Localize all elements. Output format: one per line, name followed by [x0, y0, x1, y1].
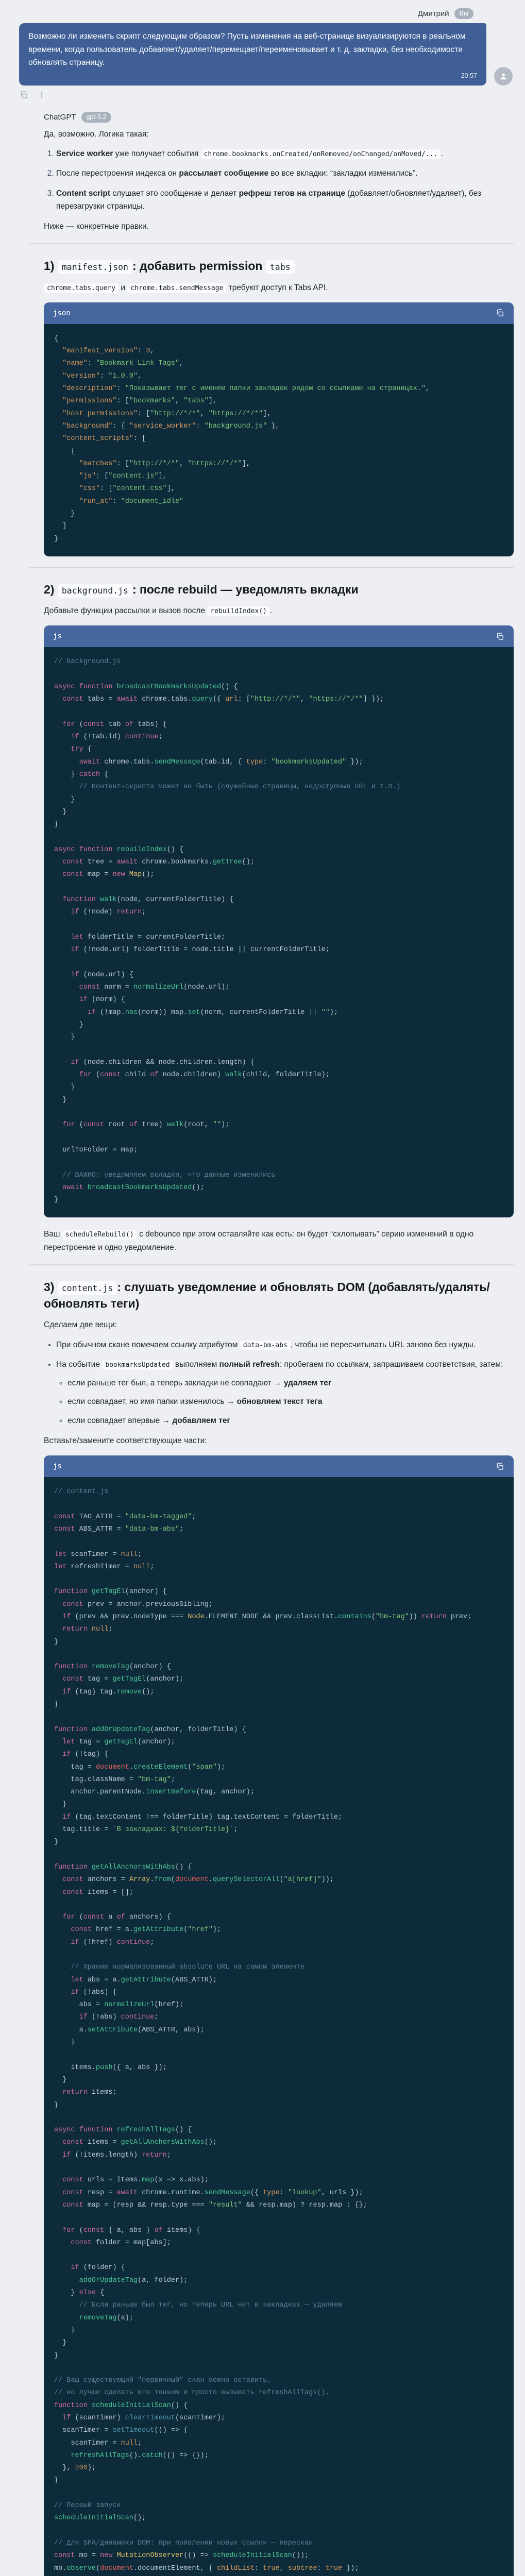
assistant-header: ChatGPT gpt-5.2	[44, 112, 514, 123]
user-name: Дмитрий	[418, 9, 449, 18]
code-text: // content.js const TAG_ATTR = "data-bm-…	[54, 1488, 471, 2576]
bold-text: Service worker	[56, 149, 113, 158]
bold-text: полный refresh	[219, 1360, 280, 1369]
code-block: json { "manifest_version": 3, "name": "B…	[44, 302, 514, 556]
section-heading: 2) background.js: после rebuild — уведом…	[44, 581, 514, 598]
paragraph: Вставьте/замените соответствующие части:	[44, 1434, 514, 1447]
divider	[29, 243, 514, 244]
code-content: // background.js async function broadcas…	[44, 647, 514, 1217]
code-block-header: js	[44, 1455, 514, 1477]
list-item: если совпадает, но имя папки изменилось …	[67, 1395, 514, 1408]
nested-bullet-list: если раньше тег был, а теперь закладки н…	[56, 1377, 514, 1427]
paragraph: Сделаем две вещи:	[44, 1318, 514, 1331]
bold-text: добавляем тег	[172, 1416, 230, 1425]
copy-icon	[496, 1462, 504, 1471]
inline-code: bookmarksUpdated	[102, 1360, 173, 1370]
code-language-label: json	[53, 309, 71, 317]
list-item: если раньше тег был, а теперь закладки н…	[67, 1377, 514, 1389]
bold-text: Content script	[56, 189, 110, 198]
inline-code: manifest.json	[58, 260, 132, 274]
inline-code: chrome.tabs.sendMessage	[127, 283, 226, 293]
list-item: Content script слушает это сообщение и д…	[56, 187, 514, 213]
user-avatar	[494, 67, 513, 86]
bullet-list: При обычном скане помечаем ссылку атрибу…	[44, 1338, 514, 1427]
inline-code: data-bm-abs	[240, 1341, 291, 1350]
paragraph: Да, возможно. Логика такая:	[44, 128, 514, 141]
paragraph: Ниже — конкретные правки.	[44, 220, 514, 233]
bold-text: рефреш тегов на странице	[239, 189, 345, 198]
copy-code-button[interactable]	[496, 1462, 504, 1471]
assistant-message: ChatGPT gpt-5.2 Да, возможно. Логика так…	[0, 99, 525, 2576]
list-item: если совпадает впервые → добавляем тег	[67, 1414, 514, 1427]
assistant-body: Да, возможно. Логика такая: Service worke…	[44, 128, 514, 2576]
inline-code: tabs	[266, 260, 295, 274]
list-item: При обычном скане помечаем ссылку атрибу…	[56, 1338, 514, 1351]
code-block-header: js	[44, 625, 514, 647]
copy-icon	[20, 91, 28, 99]
user-message: Дмитрий Вы Возможно ли изменить скрипт с…	[0, 0, 525, 99]
divider	[29, 567, 514, 568]
user-bubble: Возможно ли изменить скрипт следующим об…	[19, 23, 486, 86]
bold-text: обновляем текст тега	[237, 1397, 323, 1406]
bold-text: рассылает сообщение	[179, 169, 268, 178]
section-heading: 3) content.js: слушать уведомление и обн…	[44, 1279, 514, 1312]
inline-code: chrome.bookmarks.onCreated/onRemoved/onC…	[201, 149, 441, 159]
inline-code: chrome.tabs.query	[44, 283, 118, 293]
model-badge: gpt-5.2	[81, 112, 112, 123]
copy-message-button[interactable]	[20, 91, 28, 99]
code-text: { "manifest_version": 3, "name": "Bookma…	[54, 335, 430, 543]
list-item: После перестроения индекса он рассылает …	[56, 167, 514, 180]
inline-code: scheduleRebuild()	[62, 1230, 137, 1240]
inline-code: rebuildIndex()	[207, 606, 270, 616]
user-you-badge: Вы	[454, 8, 473, 19]
copy-icon	[496, 309, 504, 317]
user-message-actions	[20, 91, 513, 99]
code-content: // content.js const TAG_ATTR = "data-bm-…	[44, 1477, 514, 2576]
code-content: { "manifest_version": 3, "name": "Bookma…	[44, 324, 514, 556]
copy-code-button[interactable]	[496, 309, 504, 317]
section-heading: 1) manifest.json: добавить permission ta…	[44, 258, 514, 274]
user-timestamp: 20:57	[28, 71, 477, 81]
code-block: js // background.js async function broad…	[44, 625, 514, 1217]
inline-code: background.js	[58, 584, 132, 598]
assistant-name: ChatGPT	[44, 113, 76, 122]
person-icon	[498, 71, 509, 81]
code-text: // background.js async function broadcas…	[54, 658, 400, 1204]
message-menu-button[interactable]	[38, 91, 46, 99]
divider	[29, 1264, 514, 1265]
code-language-label: js	[53, 1462, 62, 1470]
paragraph: chrome.tabs.query и chrome.tabs.sendMess…	[44, 281, 514, 294]
list-item: На событие bookmarksUpdated выполняем по…	[56, 1358, 514, 1427]
code-block: js // content.js const TAG_ATTR = "data-…	[44, 1455, 514, 2576]
user-header: Дмитрий Вы	[19, 8, 473, 19]
copy-code-button[interactable]	[496, 632, 504, 641]
kebab-menu-icon	[38, 91, 46, 99]
ordered-list: Service worker уже получает события chro…	[44, 147, 514, 213]
bold-text: удаляем тег	[284, 1379, 331, 1387]
inline-code: content.js	[58, 1281, 117, 1295]
code-block-header: json	[44, 302, 514, 324]
paragraph: Добавьте функции рассылки и вызов после …	[44, 604, 514, 617]
paragraph: Ваш scheduleRebuild() с debounce при это…	[44, 1228, 514, 1254]
list-item: Service worker уже получает события chro…	[56, 147, 514, 160]
code-language-label: js	[53, 632, 62, 640]
user-message-text: Возможно ли изменить скрипт следующим об…	[28, 30, 477, 70]
copy-icon	[496, 632, 504, 641]
